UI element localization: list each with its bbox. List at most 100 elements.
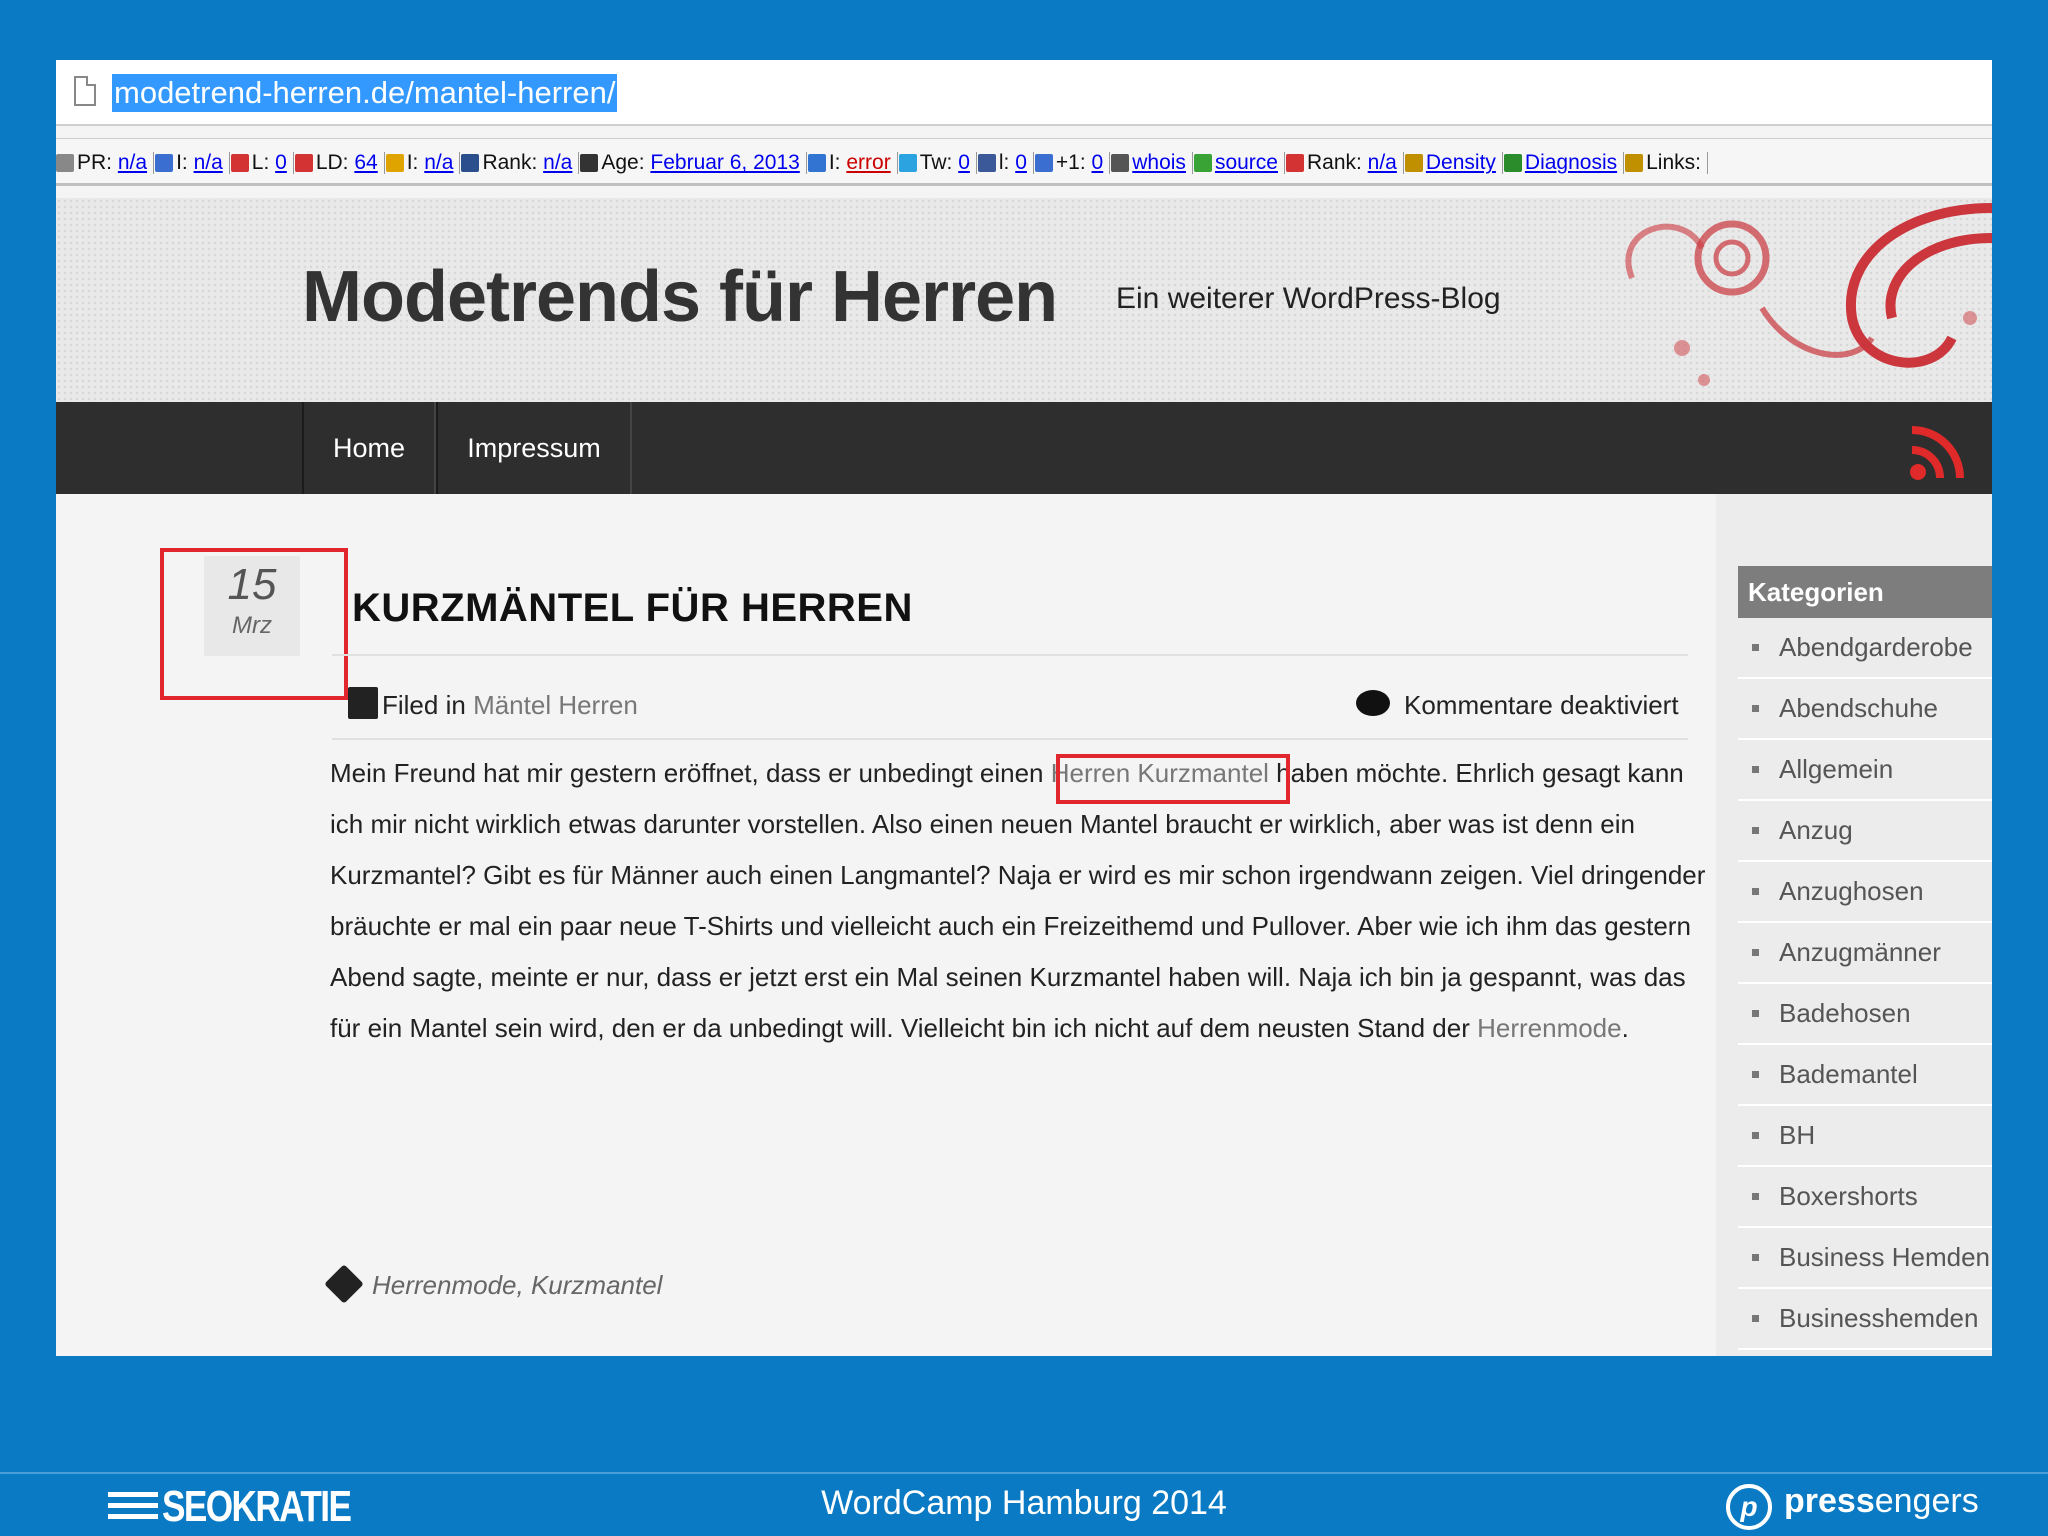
seo-item-facebook: l: 0 [974, 151, 1034, 175]
herrenmode-link[interactable]: Herrenmode [1477, 1013, 1622, 1043]
seo-item-alexa-rank: Rank: n/a [457, 151, 580, 175]
links-gear-icon [1625, 154, 1644, 173]
sidebar-item-abendschuhe[interactable]: Abendschuhe [1738, 679, 1992, 740]
diagnosis-icon [1503, 154, 1522, 173]
footer-divider [0, 1472, 2048, 1474]
comments-text: Kommentare deaktiviert [1404, 690, 1679, 720]
nav-impressum[interactable]: Impressum [436, 402, 632, 494]
seo-item-value-link[interactable]: Density [1426, 151, 1496, 174]
whois-icon [1111, 154, 1130, 173]
site-header: Modetrends für Herren Ein weiterer WordP… [56, 198, 1992, 402]
seo-item-label: Links: [1646, 151, 1701, 175]
pagerank-icon [56, 154, 74, 173]
link-highlight-box [1056, 754, 1290, 804]
seo-item-label: +1: [1055, 151, 1086, 175]
seo-item-value-link[interactable]: Februar 6, 2013 [650, 151, 799, 174]
page-icon [74, 76, 96, 106]
post-tags[interactable]: Herrenmode, Kurzmantel [372, 1270, 662, 1301]
facebook-icon [977, 154, 996, 173]
seo-item-label: l: [998, 151, 1010, 175]
density-icon [1404, 154, 1423, 173]
delicious-icon [807, 154, 826, 173]
seo-item-label: LD: [315, 151, 349, 175]
post-category-meta: Filed in Mäntel Herren [346, 690, 638, 721]
seo-item-value-link[interactable]: 0 [1015, 151, 1027, 174]
seo-item-label: I: [828, 151, 841, 175]
pressengers-bold: press [1784, 1482, 1875, 1520]
comments-status: Kommentare deaktiviert [1358, 690, 1679, 721]
seo-item-link-domains: LD: 64 [291, 151, 385, 175]
sidebar-item-allgemein[interactable]: Allgemein [1738, 740, 1992, 801]
source-icon [1193, 154, 1212, 173]
tag-icon [324, 1264, 364, 1304]
page-content: 15 Mrz KURZMÄNTEL FÜR HERREN Filed in Mä… [56, 494, 1992, 1356]
seo-item-diagnosis: Diagnosis [1500, 151, 1625, 175]
seo-item-value-link[interactable]: n/a [118, 151, 147, 174]
header-swirl-decoration [1625, 203, 1992, 386]
seo-item-delicious: I: error [804, 151, 898, 175]
seo-item-density: Density [1401, 151, 1503, 175]
seo-item-value-link[interactable]: n/a [1368, 151, 1397, 174]
body-text-3: . [1621, 1013, 1629, 1043]
seo-item-twitter: Tw: 0 [895, 151, 977, 175]
sidebar-item-abendgarderobe[interactable]: Abendgarderobe [1738, 618, 1992, 679]
date-highlight-box [160, 548, 348, 700]
seo-item-value-link[interactable]: 0 [275, 151, 287, 174]
body-text-1: Mein Freund hat mir gestern eröffnet, da… [330, 758, 1051, 788]
seo-item-value-link[interactable]: Diagnosis [1525, 151, 1617, 174]
seo-item-value-link[interactable]: whois [1132, 151, 1186, 174]
seo-toolbar: PR: n/a I: n/a L: 0 LD: 64 I: n/a Rank: n/a Ag… [56, 138, 1992, 186]
meta-divider [332, 738, 1688, 740]
seo-item-label: Tw: [919, 151, 953, 175]
seo-item-value-link[interactable]: 64 [354, 151, 377, 174]
seo-item-rank: Rank: n/a [1282, 151, 1404, 175]
pressengers-wordmark: pressengers [1784, 1482, 1979, 1521]
seo-item-value-link[interactable]: n/a [543, 151, 572, 174]
link-domains-icon [294, 154, 313, 173]
title-divider [332, 654, 1688, 656]
seo-item-value-link[interactable]: source [1215, 151, 1278, 174]
seo-item-google-plus: +1: 0 [1031, 151, 1111, 175]
seo-item-value-link[interactable]: n/a [424, 151, 453, 174]
seo-item-label: PR: [77, 151, 113, 175]
seo-item-value-link[interactable]: n/a [194, 151, 223, 174]
sidebar-item-anzug[interactable]: Anzug [1738, 801, 1992, 862]
url-text[interactable]: modetrend-herren.de/mantel-herren/ [112, 74, 618, 112]
sidebar-item-bh[interactable]: BH [1738, 1106, 1992, 1167]
sidebar-item-anzugmaenner[interactable]: Anzugmänner [1738, 923, 1992, 984]
site-title[interactable]: Modetrends für Herren [302, 256, 1058, 338]
sidebar-item-business-hemden[interactable]: Business Hemden [1738, 1228, 1992, 1289]
seo-item-value-link[interactable]: 0 [1092, 151, 1104, 174]
alexa-rank-icon [461, 154, 480, 173]
seo-item-value-link[interactable]: error [846, 151, 890, 174]
archive-age-icon [580, 154, 599, 173]
seo-item-source: source [1190, 151, 1285, 175]
main-nav: Home Impressum [56, 402, 1992, 494]
filed-in-label: Filed in [382, 690, 466, 720]
seo-item-label: Rank: [1306, 151, 1362, 175]
sidebar-item-anzughosen[interactable]: Anzughosen [1738, 862, 1992, 923]
post-title[interactable]: KURZMÄNTEL FÜR HERREN [352, 586, 913, 631]
rank-icon [1285, 154, 1304, 173]
nav-home[interactable]: Home [302, 402, 436, 494]
sidebar-item-boxershorts[interactable]: Boxershorts [1738, 1167, 1992, 1228]
category-list: Abendgarderobe Abendschuhe Allgemein Anz… [1738, 618, 1992, 1350]
seo-item-label: I: [406, 151, 419, 175]
seo-item-label: L: [251, 151, 270, 175]
seo-item-value-link[interactable]: 0 [958, 151, 970, 174]
browser-screenshot: modetrend-herren.de/mantel-herren/ PR: n… [56, 60, 1992, 1356]
google-index-icon [155, 154, 174, 173]
category-link[interactable]: Mäntel Herren [473, 690, 638, 720]
google-plus-icon [1034, 154, 1053, 173]
seo-item-pagerank: PR: n/a [56, 151, 155, 175]
sidebar-item-bademantel[interactable]: Bademantel [1738, 1045, 1992, 1106]
seo-item-label: Age: [601, 151, 645, 175]
address-bar[interactable]: modetrend-herren.de/mantel-herren/ [56, 60, 1992, 126]
sidebar-heading: Kategorien [1738, 566, 1992, 618]
seo-item-label: I: [176, 151, 188, 175]
bing-index-icon [385, 154, 404, 173]
rss-icon[interactable] [1908, 422, 1968, 482]
sidebar-item-businesshemden[interactable]: Businesshemden [1738, 1289, 1992, 1350]
sidebar-item-badehosen[interactable]: Badehosen [1738, 984, 1992, 1045]
seo-item-links-gear: Links: [1621, 151, 1708, 175]
